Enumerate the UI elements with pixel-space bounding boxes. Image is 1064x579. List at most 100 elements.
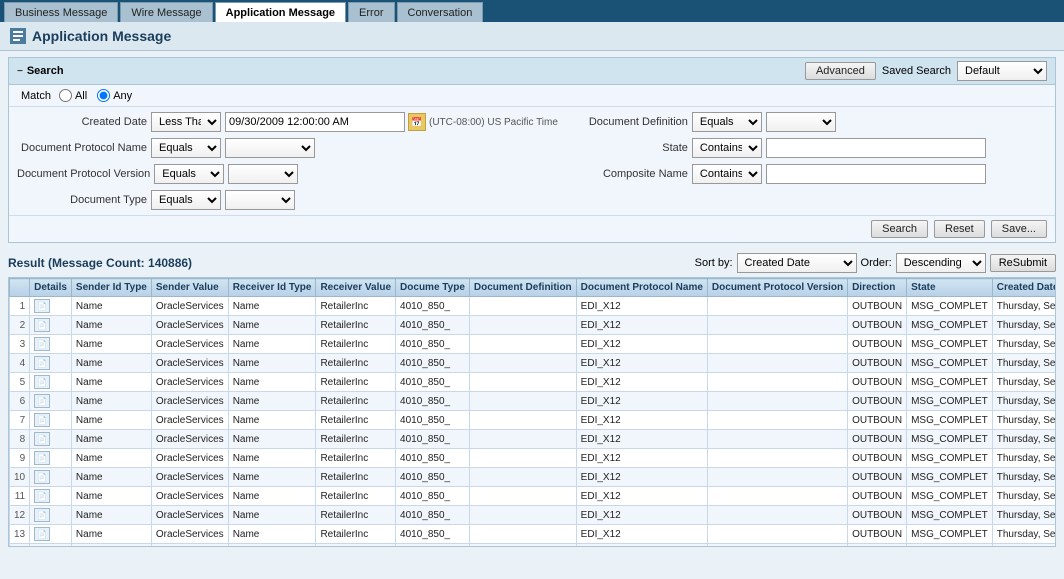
table-row[interactable]: 7 📄 Name OracleServices Name RetailerInc… <box>10 411 1057 430</box>
state-value-input[interactable] <box>766 138 986 158</box>
table-row[interactable]: 8 📄 Name OracleServices Name RetailerInc… <box>10 430 1057 449</box>
row-doc-protocol-version <box>707 335 847 354</box>
save-button[interactable]: Save... <box>991 220 1047 238</box>
table-row[interactable]: 9 📄 Name OracleServices Name RetailerInc… <box>10 449 1057 468</box>
row-direction: OUTBOUN <box>848 392 907 411</box>
match-row: Match All Any <box>9 85 1055 107</box>
created-date-op-select[interactable]: Less Than Equals Greater Than <box>151 112 221 132</box>
table-row[interactable]: 10 📄 Name OracleServices Name RetailerIn… <box>10 468 1057 487</box>
row-num: 10 <box>10 468 30 487</box>
row-details[interactable]: 📄 <box>30 506 72 525</box>
row-doc-definition <box>469 373 576 392</box>
detail-icon[interactable]: 📄 <box>34 318 50 332</box>
doc-protocol-version-value-select[interactable] <box>228 164 298 184</box>
composite-name-op-select[interactable]: Contains Equals <box>692 164 762 184</box>
table-row[interactable]: 4 📄 Name OracleServices Name RetailerInc… <box>10 354 1057 373</box>
table-row[interactable]: 2 📄 Name OracleServices Name RetailerInc… <box>10 316 1057 335</box>
table-row[interactable]: 6 📄 Name OracleServices Name RetailerInc… <box>10 392 1057 411</box>
row-details[interactable]: 📄 <box>30 297 72 316</box>
row-doc-type: 4010_850_ <box>396 373 470 392</box>
row-details[interactable]: 📄 <box>30 354 72 373</box>
row-details[interactable]: 📄 <box>30 468 72 487</box>
search-button[interactable]: Search <box>871 220 928 238</box>
table-row[interactable]: 14 📄 Name OracleServices Name RetailerIn… <box>10 544 1057 548</box>
row-state: MSG_COMPLET <box>907 449 993 468</box>
advanced-button[interactable]: Advanced <box>805 62 876 80</box>
row-doc-definition <box>469 335 576 354</box>
detail-icon[interactable]: 📄 <box>34 546 50 547</box>
saved-search-select[interactable]: Default <box>957 61 1047 81</box>
detail-icon[interactable]: 📄 <box>34 299 50 313</box>
detail-icon[interactable]: 📄 <box>34 527 50 541</box>
tab-application-message[interactable]: Application Message <box>215 2 346 22</box>
calendar-icon[interactable]: 📅 <box>408 113 426 131</box>
table-row[interactable]: 12 📄 Name OracleServices Name RetailerIn… <box>10 506 1057 525</box>
detail-icon[interactable]: 📄 <box>34 337 50 351</box>
detail-icon[interactable]: 📄 <box>34 508 50 522</box>
doc-protocol-name-value-select[interactable] <box>225 138 315 158</box>
col-details: Details <box>30 279 72 297</box>
row-details[interactable]: 📄 <box>30 335 72 354</box>
row-details[interactable]: 📄 <box>30 411 72 430</box>
resubmit-button[interactable]: ReSubmit <box>990 254 1056 272</box>
detail-icon[interactable]: 📄 <box>34 432 50 446</box>
row-doc-protocol-name: EDI_X12 <box>576 525 707 544</box>
row-details[interactable]: 📄 <box>30 430 72 449</box>
row-doc-protocol-name: EDI_X12 <box>576 487 707 506</box>
row-details[interactable]: 📄 <box>30 316 72 335</box>
row-details[interactable]: 📄 <box>30 392 72 411</box>
detail-icon[interactable]: 📄 <box>34 470 50 484</box>
detail-icon[interactable]: 📄 <box>34 375 50 389</box>
row-details[interactable]: 📄 <box>30 373 72 392</box>
row-sender-value: OracleServices <box>151 354 228 373</box>
state-op-select[interactable]: Contains Equals <box>692 138 762 158</box>
detail-icon[interactable]: 📄 <box>34 489 50 503</box>
doc-protocol-version-op-select[interactable]: Equals Contains <box>154 164 224 184</box>
detail-icon[interactable]: 📄 <box>34 451 50 465</box>
row-sender-id-type: Name <box>71 487 151 506</box>
row-sender-value: OracleServices <box>151 430 228 449</box>
detail-icon[interactable]: 📄 <box>34 356 50 370</box>
row-details[interactable]: 📄 <box>30 525 72 544</box>
row-doc-type: 4010_850_ <box>396 525 470 544</box>
doc-protocol-name-op-select[interactable]: Equals Contains <box>151 138 221 158</box>
row-receiver-value: RetailerInc <box>316 544 396 548</box>
order-label: Order: <box>861 257 892 269</box>
row-state: MSG_COMPLET <box>907 297 993 316</box>
doc-definition-value-select[interactable] <box>766 112 836 132</box>
reset-button[interactable]: Reset <box>934 220 985 238</box>
sort-by-select[interactable]: Created Date <box>737 253 857 273</box>
row-doc-protocol-name: EDI_X12 <box>576 354 707 373</box>
tab-bar: Business Message Wire Message Applicatio… <box>0 0 1064 22</box>
doc-type-op-select[interactable]: Equals Contains <box>151 190 221 210</box>
detail-icon[interactable]: 📄 <box>34 394 50 408</box>
row-details[interactable]: 📄 <box>30 449 72 468</box>
composite-name-value-input[interactable] <box>766 164 986 184</box>
table-row[interactable]: 3 📄 Name OracleServices Name RetailerInc… <box>10 335 1057 354</box>
radio-all-input[interactable] <box>59 89 72 102</box>
row-doc-definition <box>469 354 576 373</box>
row-details[interactable]: 📄 <box>30 487 72 506</box>
collapse-icon[interactable]: − <box>17 66 23 77</box>
detail-icon[interactable]: 📄 <box>34 413 50 427</box>
tab-conversation[interactable]: Conversation <box>397 2 484 22</box>
created-date-value-input[interactable] <box>225 112 405 132</box>
table-row[interactable]: 1 📄 Name OracleServices Name RetailerInc… <box>10 297 1057 316</box>
table-row[interactable]: 5 📄 Name OracleServices Name RetailerInc… <box>10 373 1057 392</box>
row-details[interactable]: 📄 <box>30 544 72 548</box>
row-direction: OUTBOUN <box>848 411 907 430</box>
tab-business-message[interactable]: Business Message <box>4 2 118 22</box>
composite-name-label: Composite Name <box>568 168 688 180</box>
radio-any-input[interactable] <box>97 89 110 102</box>
col-doc-definition: Document Definition <box>469 279 576 297</box>
table-row[interactable]: 13 📄 Name OracleServices Name RetailerIn… <box>10 525 1057 544</box>
tab-error[interactable]: Error <box>348 2 394 22</box>
doc-definition-label: Document Definition <box>568 116 688 128</box>
doc-definition-op-select[interactable]: Equals Contains <box>692 112 762 132</box>
doc-type-label: Document Type <box>17 194 147 206</box>
row-sender-value: OracleServices <box>151 411 228 430</box>
table-row[interactable]: 11 📄 Name OracleServices Name RetailerIn… <box>10 487 1057 506</box>
tab-wire-message[interactable]: Wire Message <box>120 2 212 22</box>
doc-type-value-select[interactable] <box>225 190 295 210</box>
order-select[interactable]: Descending Ascending <box>896 253 986 273</box>
